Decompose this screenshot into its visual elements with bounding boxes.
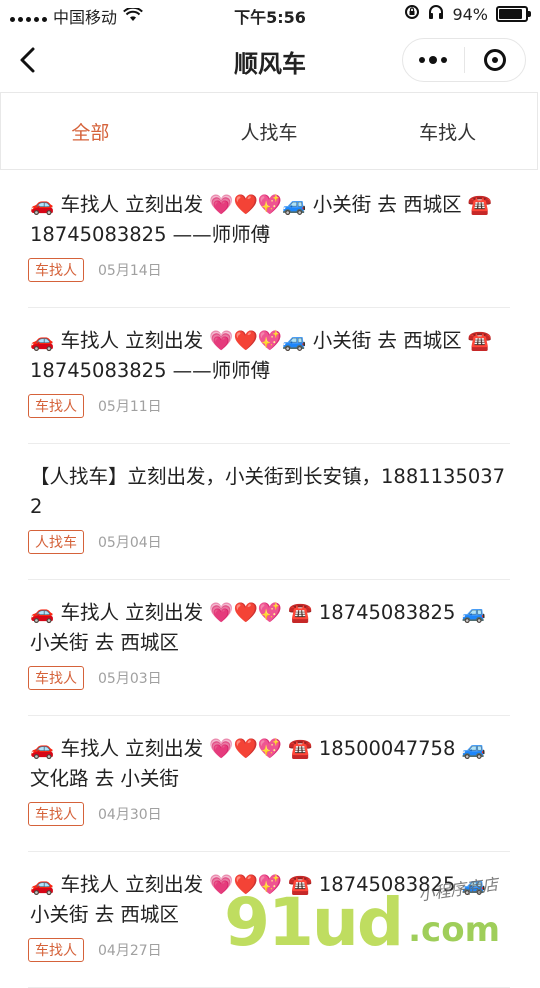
post-tag: 车找人	[28, 394, 84, 418]
list-item[interactable]: 🚗 车找人 立刻出发 💗❤️💖🚙 小关街 去 西城区 ☎️ 1874508382…	[0, 172, 540, 308]
list-item[interactable]: 【人找车】立刻出发，小关街到长安镇，18811350372 人找车 05月04日	[0, 444, 540, 580]
status-right: 94%	[404, 4, 531, 24]
post-meta: 车找人 04月27日	[28, 938, 162, 962]
post-list: 🚗 车找人 立刻出发 💗❤️💖🚙 小关街 去 西城区 ☎️ 1874508382…	[0, 172, 540, 988]
post-tag: 车找人	[28, 666, 84, 690]
headphones-icon	[428, 4, 444, 24]
list-item[interactable]: 🚗 车找人 立刻出发 💗❤️💖 ☎️ 18745083825 🚙 小关街 去 西…	[0, 852, 540, 988]
tab-0[interactable]: 全部	[1, 93, 180, 169]
post-meta: 人找车 05月04日	[28, 530, 162, 554]
list-item[interactable]: 🚗 车找人 立刻出发 💗❤️💖 ☎️ 18500047758 🚙 文化路 去 小…	[0, 716, 540, 852]
post-text: 🚗 车找人 立刻出发 💗❤️💖🚙 小关街 去 西城区 ☎️ 1874508382…	[30, 329, 493, 382]
nav-bar: 顺风车	[0, 30, 540, 90]
post-date: 05月14日	[98, 263, 162, 279]
post-meta: 车找人 04月30日	[28, 802, 162, 826]
post-date: 05月04日	[98, 535, 162, 551]
battery-icon	[496, 6, 531, 22]
post-date: 05月11日	[98, 399, 162, 415]
post-text: 🚗 车找人 立刻出发 💗❤️💖 ☎️ 18745083825 🚙 小关街 去 西…	[30, 601, 486, 654]
post-text: 🚗 车找人 立刻出发 💗❤️💖🚙 小关街 去 西城区 ☎️ 1874508382…	[30, 193, 493, 246]
post-tag: 人找车	[28, 530, 84, 554]
rotation-lock-icon	[404, 4, 420, 24]
post-date: 05月03日	[98, 671, 162, 687]
post-tag: 车找人	[28, 938, 84, 962]
post-tag: 车找人	[28, 258, 84, 282]
post-date: 04月27日	[98, 943, 162, 959]
post-date: 04月30日	[98, 807, 162, 823]
post-meta: 车找人 05月03日	[28, 666, 162, 690]
target-circle-icon	[483, 49, 506, 71]
post-meta: 车找人 05月14日	[28, 258, 162, 282]
post-text: 【人找车】立刻出发，小关街到长安镇，18811350372	[30, 465, 506, 518]
filter-tabs: 全部 人找车 车找人	[0, 92, 538, 170]
post-tag: 车找人	[28, 802, 84, 826]
more-button[interactable]	[403, 39, 464, 81]
mini-program-capsule	[402, 38, 526, 82]
tab-2[interactable]: 车找人	[358, 93, 537, 169]
tab-1[interactable]: 人找车	[180, 93, 359, 169]
post-meta: 车找人 05月11日	[28, 394, 162, 418]
post-text: 🚗 车找人 立刻出发 💗❤️💖 ☎️ 18745083825 🚙 小关街 去 西…	[30, 873, 486, 926]
more-dots-icon	[419, 56, 448, 64]
list-item[interactable]: 🚗 车找人 立刻出发 💗❤️💖🚙 小关街 去 西城区 ☎️ 1874508382…	[0, 308, 540, 444]
close-mini-program-button[interactable]	[464, 39, 525, 81]
status-bar: 中国移动 下午5:56 94%	[0, 0, 540, 30]
post-text: 🚗 车找人 立刻出发 💗❤️💖 ☎️ 18500047758 🚙 文化路 去 小…	[30, 737, 486, 790]
battery-percent: 94%	[452, 4, 488, 24]
list-item[interactable]: 🚗 车找人 立刻出发 💗❤️💖 ☎️ 18745083825 🚙 小关街 去 西…	[0, 580, 540, 716]
